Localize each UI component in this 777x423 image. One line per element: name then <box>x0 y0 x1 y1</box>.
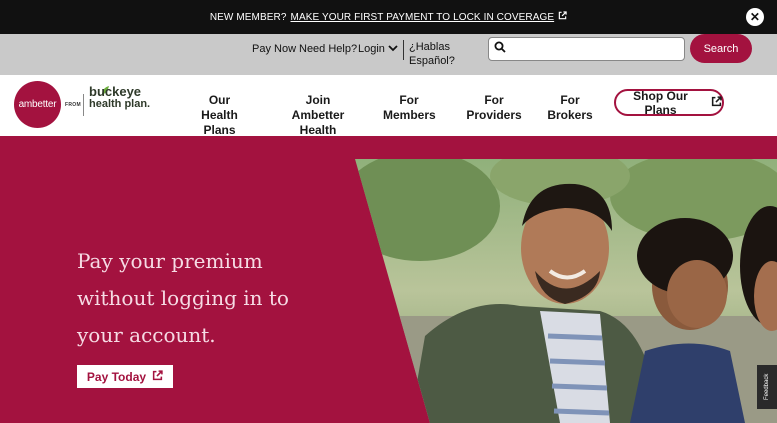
external-link-icon <box>558 11 567 23</box>
search-box <box>488 37 685 61</box>
announcement-lead: NEW MEMBER? <box>209 11 287 23</box>
external-link-icon <box>152 369 163 384</box>
announcement-link[interactable]: MAKE YOUR FIRST PAYMENT TO LOCK IN COVER… <box>291 12 555 23</box>
ambetter-logo[interactable]: ambetter <box>14 81 61 128</box>
search-icon <box>494 40 506 58</box>
utility-divider <box>403 40 404 60</box>
feedback-tab[interactable]: Feedback <box>757 365 777 409</box>
nav-for-providers[interactable]: For Providers <box>459 93 529 123</box>
login-dropdown[interactable]: Login <box>358 43 398 55</box>
pay-now-link[interactable]: Pay Now <box>252 43 296 55</box>
nav-for-brokers[interactable]: For Brokers <box>540 93 600 123</box>
pay-today-button[interactable]: Pay Today <box>77 365 173 388</box>
buckeye-logo-line2: health plan. <box>89 98 151 110</box>
shop-our-plans-button[interactable]: Shop Our Plans <box>614 88 724 117</box>
utility-bar: Pay Now Need Help? Login ¿Hablas Español… <box>0 34 777 75</box>
search-button[interactable]: Search <box>690 34 752 63</box>
spanish-link[interactable]: ¿Hablas Español? <box>409 40 469 68</box>
main-nav: ambetter FROM buckeye health plan. Our H… <box>0 75 777 138</box>
hero-banner: Pay your premium without logging in to y… <box>0 136 777 423</box>
chevron-down-icon <box>388 43 398 55</box>
shop-our-plans-label: Shop Our Plans <box>633 88 688 117</box>
nav-join-ambetter-health[interactable]: Join Ambetter Health <box>281 93 355 138</box>
need-help-link[interactable]: Need Help? <box>299 43 357 55</box>
pay-today-label: Pay Today <box>86 369 147 384</box>
logo-from-text: FROM <box>65 102 81 108</box>
buckeye-logo[interactable]: buckeye health plan. <box>89 85 150 111</box>
announcement-bar: NEW MEMBER? MAKE YOUR FIRST PAYMENT TO L… <box>0 0 777 34</box>
external-link-icon <box>711 95 722 110</box>
nav-for-members[interactable]: For Members <box>383 93 436 123</box>
logo-divider <box>83 94 84 116</box>
hero-headline: Pay your premium without logging in to y… <box>77 249 289 347</box>
nav-our-health-plans[interactable]: Our Health Plans <box>189 93 250 138</box>
buckeye-logo-line1: buckeye <box>89 84 142 99</box>
close-icon[interactable]: ✕ <box>746 8 764 26</box>
login-label: Login <box>358 43 385 55</box>
search-input[interactable] <box>511 43 684 55</box>
